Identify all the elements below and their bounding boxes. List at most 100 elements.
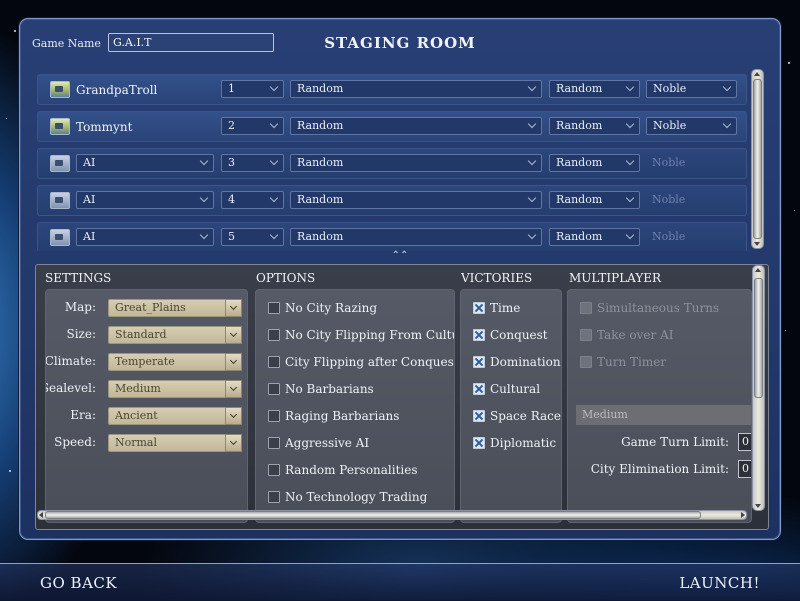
chevron-down-icon: [625, 193, 635, 203]
team-dropdown[interactable]: 1: [221, 80, 284, 98]
leader-dropdown[interactable]: Random: [549, 117, 640, 135]
player-slot-icon: [50, 192, 70, 209]
victory-label: Diplomatic: [490, 436, 557, 450]
leader-value: Random: [556, 193, 603, 206]
team-dropdown[interactable]: 5: [221, 228, 284, 246]
checkbox-checked[interactable]: [473, 356, 485, 368]
leader-dropdown[interactable]: Random: [549, 154, 640, 172]
chevron-down-icon: [225, 353, 242, 371]
player-list-scrollbar[interactable]: [751, 69, 764, 249]
difficulty-value: Noble: [653, 82, 687, 95]
leader-dropdown[interactable]: Random: [549, 228, 640, 246]
collapse-chevron-icon[interactable]: ⌃⌃: [390, 251, 410, 261]
game-turn-limit-input[interactable]: 0: [738, 433, 751, 451]
option-label: Random Personalities: [285, 463, 418, 477]
chevron-down-icon: [225, 434, 242, 452]
civilization-dropdown[interactable]: Random: [290, 191, 542, 209]
victories-heading: VICTORIES: [461, 271, 533, 285]
difficulty-dropdown[interactable]: Noble: [646, 117, 737, 135]
player-name: GrandpaTroll: [76, 83, 158, 97]
city-elimination-limit-input[interactable]: 0: [738, 460, 751, 478]
checkbox-checked[interactable]: [473, 302, 485, 314]
option-label: No Barbarians: [285, 382, 374, 396]
checkbox[interactable]: [268, 437, 280, 449]
checkbox[interactable]: [268, 491, 280, 503]
chevron-down-icon: [527, 230, 537, 240]
leader-dropdown[interactable]: Random: [549, 80, 640, 98]
player-type-dropdown[interactable]: AI: [76, 154, 214, 172]
scroll-down-arrow-icon[interactable]: [754, 242, 760, 246]
page-title: STAGING ROOM: [324, 34, 476, 52]
option-label: No Technology Trading: [285, 490, 428, 504]
checkbox-checked[interactable]: [473, 383, 485, 395]
climate-dropdown[interactable]: Temperate: [108, 353, 242, 371]
speed-dropdown[interactable]: Normal: [108, 434, 242, 452]
launch-button[interactable]: LAUNCH!: [679, 574, 760, 592]
option-label: No City Flipping From Culture: [285, 328, 455, 342]
civilization-dropdown[interactable]: Random: [290, 228, 542, 246]
team-value: 1: [228, 82, 235, 95]
era-dropdown[interactable]: Ancient: [108, 407, 242, 425]
leader-dropdown[interactable]: Random: [549, 191, 640, 209]
scroll-up-arrow-icon[interactable]: [755, 268, 761, 272]
difficulty-value: Noble: [652, 193, 686, 206]
chevron-down-icon: [225, 326, 242, 344]
sealevel-dropdown[interactable]: Medium: [108, 380, 242, 398]
civilization-dropdown[interactable]: Random: [290, 80, 542, 98]
checkbox[interactable]: [268, 302, 280, 314]
mp-option-label: Simultaneous Turns: [597, 301, 720, 315]
scroll-down-arrow-icon[interactable]: [755, 504, 761, 508]
checkbox-disabled: [580, 302, 592, 314]
team-dropdown[interactable]: 4: [221, 191, 284, 209]
player-type-dropdown[interactable]: AI: [76, 228, 214, 246]
chevron-down-icon: [722, 119, 732, 129]
checkbox[interactable]: [268, 383, 280, 395]
player-type-value: AI: [83, 230, 96, 243]
player-slot-icon: [50, 81, 70, 98]
checkbox-checked[interactable]: [473, 410, 485, 422]
size-dropdown[interactable]: Standard: [108, 326, 242, 344]
scroll-up-arrow-icon[interactable]: [754, 72, 760, 76]
victory-label: Space Race: [490, 409, 561, 423]
checkbox[interactable]: [268, 329, 280, 341]
team-dropdown[interactable]: 2: [221, 117, 284, 135]
difficulty-dropdown[interactable]: Noble: [646, 80, 737, 98]
map-label: Map:: [64, 300, 96, 314]
player-type-dropdown[interactable]: AI: [76, 191, 214, 209]
civilization-dropdown[interactable]: Random: [290, 154, 542, 172]
settings-horizontal-scrollbar[interactable]: [37, 510, 747, 520]
chevron-down-icon: [527, 119, 537, 129]
player-slot-icon: [50, 155, 70, 172]
checkbox-checked[interactable]: [473, 437, 485, 449]
checkbox[interactable]: [268, 464, 280, 476]
scroll-left-arrow-icon[interactable]: [39, 512, 43, 518]
chevron-down-icon: [269, 82, 279, 92]
chevron-down-icon: [199, 193, 209, 203]
chevron-down-icon: [527, 82, 537, 92]
team-dropdown[interactable]: 3: [221, 154, 284, 172]
checkbox[interactable]: [268, 356, 280, 368]
scroll-thumb[interactable]: [45, 511, 701, 519]
options-column: No City Razing No City Flipping From Cul…: [255, 289, 455, 523]
settings-vertical-scrollbar[interactable]: [752, 265, 765, 511]
map-dropdown[interactable]: Great_Plains: [108, 299, 242, 317]
option-label: Aggressive AI: [285, 436, 370, 450]
checkbox[interactable]: [268, 410, 280, 422]
civilization-dropdown[interactable]: Random: [290, 117, 542, 135]
mp-option-label: Take over AI: [597, 328, 674, 342]
chevron-down-icon: [269, 119, 279, 129]
era-value: Ancient: [115, 409, 158, 422]
chevron-down-icon: [269, 156, 279, 166]
option-label: Raging Barbarians: [285, 409, 400, 423]
chevron-down-icon: [199, 156, 209, 166]
era-label: Era:: [70, 408, 96, 422]
chevron-down-icon: [225, 299, 242, 317]
scroll-thumb[interactable]: [753, 79, 762, 239]
go-back-button[interactable]: GO BACK: [40, 574, 117, 592]
scroll-thumb[interactable]: [754, 278, 763, 398]
victory-label: Time: [490, 301, 521, 315]
checkbox-checked[interactable]: [473, 329, 485, 341]
player-row: AI 3 Random Random Noble: [37, 148, 747, 179]
game-settings-area: SETTINGS OPTIONS VICTORIES MULTIPLAYER M…: [35, 264, 769, 530]
scroll-right-arrow-icon[interactable]: [741, 512, 745, 518]
